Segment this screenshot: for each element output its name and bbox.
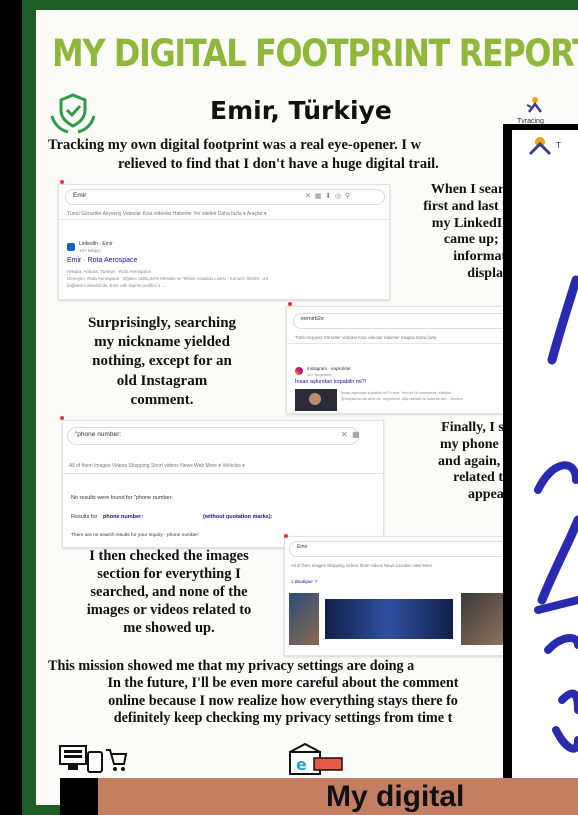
images-caption-line: searched, and none of the bbox=[90, 583, 248, 600]
intro-line-1: Tracking my own digital footprint was a … bbox=[48, 137, 422, 153]
conclusion-text: This mission showed me that my privacy s… bbox=[48, 658, 518, 727]
pin-icon bbox=[60, 180, 64, 184]
online-shop-icon: e bbox=[289, 742, 343, 775]
images-caption-line: I then checked the images bbox=[89, 548, 249, 564]
results-for-qualifier[interactable]: (without quotation marks): bbox=[203, 514, 272, 520]
search-query: "phone number: bbox=[75, 431, 122, 438]
computer-shopping-icon bbox=[59, 745, 128, 773]
adjacent-poster: T bbox=[512, 130, 578, 780]
linkedin-caption-line: informati bbox=[453, 249, 510, 265]
divider bbox=[63, 473, 383, 474]
image-result-thumbnail[interactable] bbox=[325, 599, 453, 639]
phone-caption-line: and again, r bbox=[438, 453, 510, 469]
divider bbox=[287, 343, 517, 344]
search-query: eemirb2e bbox=[301, 316, 324, 322]
conclusion-line: This mission showed me that my privacy s… bbox=[48, 658, 415, 674]
no-results-line: No results were found for "phone number: bbox=[71, 495, 173, 501]
image-result-thumbnail[interactable] bbox=[289, 593, 319, 645]
search-screenshot-linkedin: Emir ✕ ▦ ⬇ ◎ ⚲ Tümü Görseller Alışveriş … bbox=[58, 184, 390, 300]
result-line-1: Ankara, Ankara, Türkiye · Rota Aerospace bbox=[67, 269, 151, 274]
conclusion-line: definitely keep checking my privacy sett… bbox=[113, 709, 453, 726]
divider bbox=[59, 219, 389, 220]
images-caption-line: me showed up. bbox=[123, 619, 215, 636]
linkedin-caption-line: my LinkedIn bbox=[431, 215, 510, 231]
pin-icon bbox=[284, 534, 288, 538]
search-screenshot-images: Emir All of them Images Shopping Videos … bbox=[284, 536, 518, 656]
result-line-2: Deneyim: Rota Aerospace · Eğitim: ADELSA… bbox=[67, 276, 269, 281]
nickname-caption-line: Surprisingly, searching bbox=[87, 315, 237, 331]
result-source-sub: 10+ begenme bbox=[307, 372, 332, 377]
result-title-link[interactable]: Emir · Rota Aerospace bbox=[67, 257, 137, 264]
result-line-1: İnsan aşkından kopabilir mi?! Hem. Yeni … bbox=[341, 391, 452, 395]
search-screenshot-phone: "phone number: ✕ ▦ All of them Images Vi… bbox=[62, 420, 384, 548]
page-subtitle: Emir, Türkiye bbox=[210, 96, 392, 125]
search-toolbar-icons: ✕ ▦ bbox=[341, 430, 360, 439]
thumbnail-face bbox=[309, 393, 321, 405]
shield-hands-icon bbox=[50, 93, 96, 134]
linkedin-caption-line: display bbox=[467, 265, 510, 281]
result-line-2: @eroplanau ne artık ez, meyrenize. Aşk ü… bbox=[341, 397, 463, 401]
conclusion-line: online because I now realize how everyth… bbox=[108, 692, 458, 709]
search-query: Emir bbox=[297, 544, 308, 550]
search-tabs: All of them Images Shopping Videos Short… bbox=[291, 563, 432, 568]
tvracing-logo-icon bbox=[526, 97, 542, 113]
conclusion-line: In the future, I'll be even more careful… bbox=[107, 675, 459, 692]
phone-caption: Finally, I se my phone n and again, r re… bbox=[392, 420, 510, 504]
linkedin-caption-line: first and last n bbox=[423, 198, 510, 214]
images-caption: I then checked the images section for ev… bbox=[60, 548, 278, 638]
result-source: LinkedIn · Emir bbox=[79, 241, 113, 247]
linkedin-caption-line: When I searc bbox=[430, 182, 510, 197]
intro-line-2: relieved to find that I don't have a hug… bbox=[118, 156, 439, 172]
phone-caption-line: Finally, I se bbox=[441, 420, 510, 435]
nickname-caption: Surprisingly, searching my nickname yiel… bbox=[52, 314, 272, 410]
images-caption-line: images or videos related to bbox=[86, 601, 252, 618]
linkedin-caption-line: came up; n bbox=[443, 232, 510, 248]
search-query: Emir bbox=[73, 192, 87, 199]
nickname-caption-line: nothing, except for an bbox=[92, 353, 232, 370]
search-input bbox=[289, 541, 517, 557]
bottom-banner-title: My digital bbox=[326, 780, 465, 813]
pin-icon bbox=[60, 416, 64, 420]
adjacent-poster-art: T bbox=[528, 137, 578, 753]
phone-caption-line: my phone n bbox=[439, 436, 510, 452]
result-line-3: bağlantı LinkedIn'de. Emir adlı kişinin … bbox=[67, 283, 166, 288]
search-tabs: All of them Images Videos Shopping Short… bbox=[69, 463, 245, 469]
nickname-caption-line: comment. bbox=[130, 391, 194, 408]
linkedin-favicon-icon bbox=[67, 243, 75, 251]
search-tabs: Tümü Alışveriş Görseller Videolar Kısa v… bbox=[295, 335, 437, 340]
search-tabs: Tümü Görseller Alışveriş Videolar Kısa v… bbox=[67, 211, 267, 217]
images-caption-line: section for everything I bbox=[97, 565, 241, 582]
instagram-favicon-icon bbox=[295, 367, 303, 375]
phone-caption-line: appear bbox=[468, 487, 510, 503]
result-source: Instagram · eapkokter bbox=[307, 366, 351, 371]
search-toolbar-icons: ✕ ▦ ⬇ ◎ ⚲ bbox=[305, 193, 351, 200]
phone-caption-line: related to bbox=[453, 470, 510, 486]
page-title: MY DIGITAL FOOTPRINT REPORT bbox=[52, 32, 578, 75]
nickname-caption-line: my nickname yielded bbox=[94, 334, 230, 351]
result-source-sub: 10+ takipçi bbox=[79, 248, 101, 253]
pin-icon bbox=[288, 302, 292, 306]
image-filter-tag[interactable]: ≡ Boutique' ? bbox=[291, 579, 317, 584]
svg-text:e: e bbox=[296, 755, 307, 774]
search-screenshot-instagram: eemirb2e Tümü Alışveriş Görseller Videol… bbox=[286, 306, 518, 414]
results-for-label: Results for bbox=[71, 514, 98, 520]
result-thumbnail bbox=[295, 389, 337, 411]
no-results-inquiry: There are no search results for your inq… bbox=[71, 533, 200, 538]
nickname-caption-line: old Instagram bbox=[116, 372, 208, 389]
svg-text:T: T bbox=[556, 141, 561, 150]
result-title-link[interactable]: İnsan aşkından kopabilir mi?! bbox=[295, 379, 366, 385]
search-input bbox=[293, 313, 517, 329]
linkedin-caption: When I searc first and last n my LinkedI… bbox=[390, 182, 510, 283]
results-for-query[interactable]: phone number: bbox=[103, 514, 143, 520]
